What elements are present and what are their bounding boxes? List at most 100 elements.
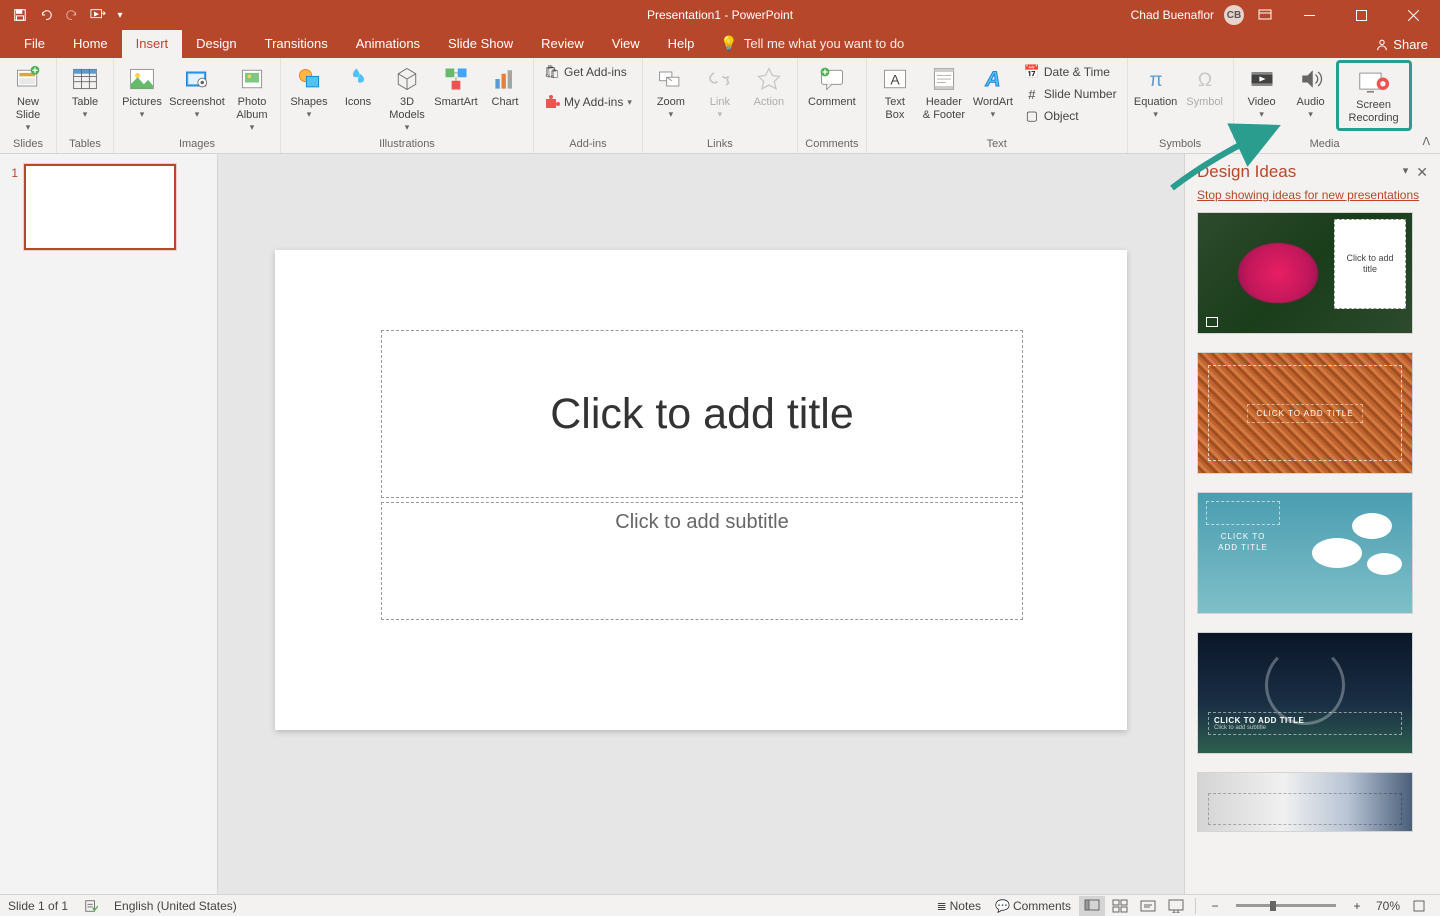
group-comments-label: Comments — [802, 137, 862, 153]
tab-help[interactable]: Help — [654, 30, 709, 58]
equation-button[interactable]: π Equation ▾ — [1132, 60, 1180, 123]
tab-insert[interactable]: Insert — [122, 30, 183, 58]
slide-number-button[interactable]: #Slide Number — [1020, 84, 1121, 104]
screenshot-button[interactable]: Screenshot ▾ — [167, 60, 227, 123]
my-addins-label: My Add-ins — [564, 95, 623, 109]
start-from-beginning-icon[interactable] — [86, 3, 110, 27]
save-icon[interactable] — [8, 3, 32, 27]
date-time-button[interactable]: 📅Date & Time — [1020, 62, 1121, 82]
icons-button[interactable]: Icons — [334, 60, 382, 112]
group-slides-label: Slides — [4, 137, 52, 153]
zoom-out-button[interactable]: − — [1202, 896, 1228, 916]
tab-transitions[interactable]: Transitions — [251, 30, 342, 58]
title-placeholder[interactable]: Click to add title — [381, 330, 1023, 498]
symbol-button[interactable]: Ω Symbol — [1181, 60, 1229, 112]
stop-showing-ideas-link[interactable]: Stop showing ideas for new presentations — [1185, 186, 1440, 212]
comment-button[interactable]: Comment — [802, 60, 862, 112]
fit-to-window-button[interactable] — [1406, 896, 1432, 916]
zoom-slider[interactable] — [1236, 904, 1336, 907]
zoom-button[interactable]: Zoom ▾ — [647, 60, 695, 123]
user-avatar[interactable]: CB — [1224, 5, 1244, 25]
collapse-ribbon-button[interactable]: ᐱ — [1418, 133, 1434, 150]
photo-album-button[interactable]: Photo Album ▾ — [228, 60, 276, 136]
slide-canvas[interactable]: Click to add title Click to add subtitle — [218, 154, 1184, 894]
pane-close-icon[interactable]: ✕ — [1416, 164, 1428, 181]
puzzle-icon — [544, 94, 560, 110]
ribbon-display-options-icon[interactable] — [1250, 0, 1280, 30]
reading-view-button[interactable] — [1135, 896, 1161, 916]
design-idea-3[interactable]: CLICK TOADD TITLE — [1197, 492, 1413, 614]
tell-me-search[interactable]: 💡 Tell me what you want to do — [720, 35, 904, 58]
design-ideas-list[interactable]: Click to add title CLICK TO ADD TITLE CL… — [1185, 212, 1440, 894]
action-button[interactable]: Action — [745, 60, 793, 112]
undo-icon[interactable] — [34, 3, 58, 27]
notes-button[interactable]: ≣Notes — [931, 897, 987, 915]
slide-thumbnail-panel[interactable]: 1 — [0, 154, 218, 894]
design-idea-2[interactable]: CLICK TO ADD TITLE — [1197, 352, 1413, 474]
subtitle-placeholder[interactable]: Click to add subtitle — [381, 502, 1023, 620]
table-button[interactable]: Table ▾ — [61, 60, 109, 123]
object-icon: ▢ — [1024, 108, 1040, 124]
tab-file[interactable]: File — [10, 30, 59, 58]
thumbnail-slide-1[interactable]: 1 — [8, 164, 209, 250]
screen-recording-button[interactable]: Screen Recording — [1341, 63, 1407, 128]
pictures-button[interactable]: Pictures ▾ — [118, 60, 166, 123]
tab-home[interactable]: Home — [59, 30, 122, 58]
header-footer-button[interactable]: Header & Footer — [920, 60, 968, 125]
my-addins-button[interactable]: My Add-ins ▾ — [540, 92, 636, 112]
zoom-in-button[interactable]: + — [1344, 896, 1370, 916]
group-links: Zoom ▾ Link ▾ Action Links — [643, 58, 798, 153]
redo-icon[interactable] — [60, 3, 84, 27]
share-button[interactable]: Share — [1375, 37, 1428, 52]
comment-label: Comment — [808, 96, 856, 109]
text-box-button[interactable]: A Text Box — [871, 60, 919, 125]
get-addins-button[interactable]: 🛍Get Add-ins — [540, 62, 636, 82]
chart-button[interactable]: Chart — [481, 60, 529, 112]
3d-models-button[interactable]: 3D Models ▾ — [383, 60, 431, 136]
text-box-label: Text Box — [885, 96, 905, 122]
object-button[interactable]: ▢Object — [1020, 106, 1121, 126]
slide[interactable]: Click to add title Click to add subtitle — [275, 250, 1127, 730]
wordart-label: WordArt — [973, 96, 1013, 109]
pane-options-icon[interactable]: ▾ — [1403, 164, 1409, 181]
thumbnail-preview[interactable] — [24, 164, 176, 250]
link-button[interactable]: Link ▾ — [696, 60, 744, 123]
smartart-button[interactable]: SmartArt — [432, 60, 480, 112]
minimize-button[interactable] — [1286, 0, 1332, 30]
tab-review[interactable]: Review — [527, 30, 598, 58]
shapes-button[interactable]: Shapes ▾ — [285, 60, 333, 123]
wordart-button[interactable]: A WordArt ▾ — [969, 60, 1017, 123]
zoom-thumb[interactable] — [1270, 901, 1276, 911]
normal-view-button[interactable] — [1079, 896, 1105, 916]
idea2-text: CLICK TO ADD TITLE — [1247, 404, 1362, 423]
design-idea-1[interactable]: Click to add title — [1197, 212, 1413, 334]
video-button[interactable]: Video ▾ — [1238, 60, 1286, 123]
zoom-percent[interactable]: 70% — [1376, 899, 1400, 913]
chart-icon — [489, 63, 521, 95]
screen-recording-label: Screen Recording — [1349, 99, 1399, 125]
maximize-button[interactable] — [1338, 0, 1384, 30]
design-idea-4[interactable]: CLICK TO ADD TITLE Click to add subtitle — [1197, 632, 1413, 754]
design-idea-5[interactable] — [1197, 772, 1413, 832]
comments-button[interactable]: 💬Comments — [989, 897, 1077, 915]
document-title: Presentation1 - PowerPoint — [647, 8, 793, 22]
annotation-highlight: Screen Recording — [1336, 60, 1412, 131]
new-slide-button[interactable]: New Slide ▾ — [4, 60, 52, 136]
slide-counter[interactable]: Slide 1 of 1 — [8, 899, 68, 913]
close-button[interactable] — [1390, 0, 1436, 30]
user-name[interactable]: Chad Buenaflor — [1131, 8, 1214, 22]
new-slide-label: New Slide — [16, 96, 40, 122]
tab-slideshow[interactable]: Slide Show — [434, 30, 527, 58]
chart-label: Chart — [492, 96, 519, 109]
tab-animations[interactable]: Animations — [342, 30, 434, 58]
audio-button[interactable]: Audio ▾ — [1287, 60, 1335, 123]
language-indicator[interactable]: English (United States) — [114, 899, 237, 913]
spellcheck-icon[interactable] — [84, 899, 98, 913]
slideshow-view-button[interactable] — [1163, 896, 1189, 916]
qat-customize-icon[interactable]: ▾ — [112, 3, 128, 27]
tab-view[interactable]: View — [598, 30, 654, 58]
design-ideas-title: Design Ideas — [1197, 162, 1296, 182]
slide-sorter-view-button[interactable] — [1107, 896, 1133, 916]
chevron-down-icon: ▾ — [26, 122, 31, 133]
tab-design[interactable]: Design — [182, 30, 250, 58]
